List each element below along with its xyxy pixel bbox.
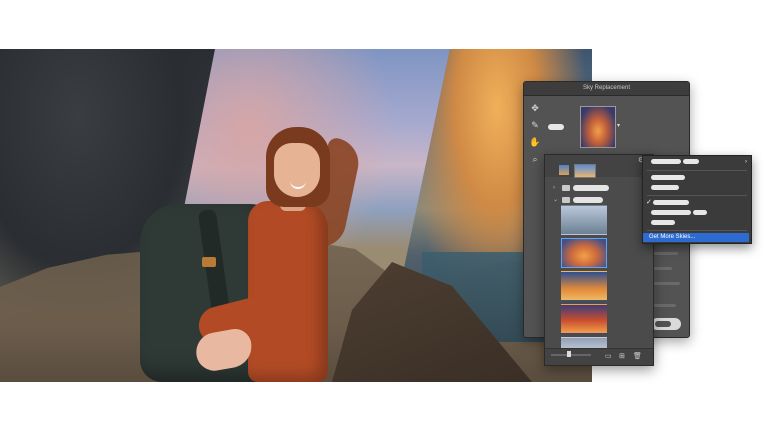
- menu-item[interactable]: [643, 208, 751, 218]
- dialog-title: Sky Replacement: [524, 82, 689, 96]
- menu-item[interactable]: [643, 218, 751, 228]
- new-group-icon[interactable]: ▭: [605, 352, 612, 360]
- menu-divider: [647, 170, 747, 171]
- large-sky-thumb[interactable]: [574, 164, 596, 178]
- folder-icon: [562, 185, 570, 191]
- sky-thumbnail-selected[interactable]: [561, 238, 607, 268]
- sky-thumbnail[interactable]: [561, 304, 607, 334]
- sky-library-panel: ⚙ › ⌄ ▭ ⊞ 🗑: [544, 154, 654, 366]
- sky-replacement-photo: [0, 49, 592, 382]
- hiker-woman: [130, 89, 364, 382]
- thumbnail-size-slider[interactable]: [551, 354, 591, 356]
- menu-item[interactable]: ›: [643, 157, 751, 167]
- library-header: ⚙: [545, 155, 653, 178]
- sky-options-menu: › ✓ Get More Skies...: [642, 155, 752, 244]
- menu-divider: [647, 230, 747, 231]
- sky-brush-icon[interactable]: ✎: [529, 119, 541, 131]
- library-footer: ▭ ⊞ 🗑: [545, 348, 653, 365]
- sky-label: [548, 124, 564, 130]
- sky-folder-expanded[interactable]: ⌄: [553, 196, 643, 204]
- chevron-down-icon[interactable]: ▾: [617, 120, 622, 132]
- sky-thumbnail[interactable]: [561, 205, 607, 235]
- folder-icon: [562, 197, 570, 203]
- new-sky-icon[interactable]: ⊞: [619, 352, 625, 360]
- chevron-right-icon: ›: [553, 185, 555, 191]
- hand-tool-icon[interactable]: ✋: [529, 136, 541, 148]
- slider-handle[interactable]: [567, 351, 571, 357]
- small-sky-thumb[interactable]: [559, 165, 569, 175]
- orange-sweater: [248, 201, 328, 382]
- sky-thumbnail[interactable]: [561, 271, 607, 301]
- menu-divider: [647, 195, 747, 196]
- checkmark-icon: ✓: [646, 199, 652, 206]
- trash-icon[interactable]: 🗑: [633, 352, 642, 360]
- chevron-down-icon: ⌄: [553, 197, 559, 203]
- chevron-right-icon: ›: [745, 159, 747, 165]
- sky-preview-dropdown[interactable]: [580, 106, 616, 148]
- move-tool-icon[interactable]: ✥: [529, 102, 541, 114]
- zoom-tool-icon[interactable]: ⌕: [529, 153, 541, 165]
- menu-item[interactable]: [643, 183, 751, 193]
- get-more-skies-item[interactable]: Get More Skies...: [643, 233, 749, 242]
- menu-item[interactable]: [643, 173, 751, 183]
- menu-item-checked[interactable]: ✓: [643, 198, 751, 208]
- dialog-toolbar: ✥ ✎ ✋ ⌕: [529, 102, 543, 170]
- sky-folder-collapsed[interactable]: ›: [553, 184, 643, 192]
- sky-thumbnail-grid: [561, 205, 607, 356]
- backpack-buckle: [202, 257, 216, 267]
- ok-button-label: [655, 321, 671, 327]
